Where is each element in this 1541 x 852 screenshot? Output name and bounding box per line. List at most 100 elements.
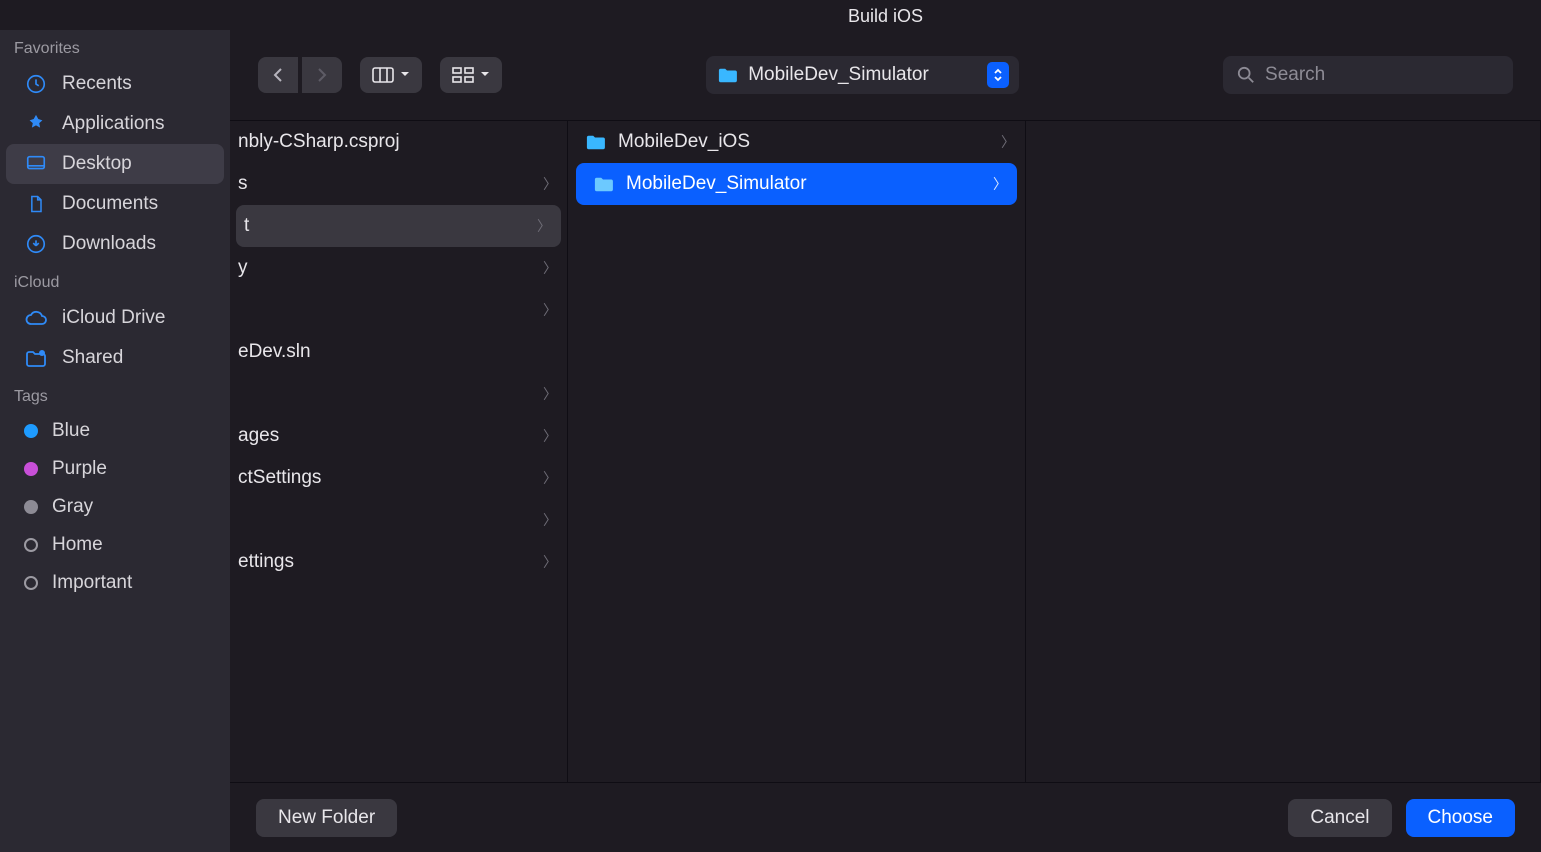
list-item[interactable]: 〉 [230,499,567,541]
up-down-icon [987,62,1009,88]
group-button[interactable] [440,57,502,93]
sidebar-item-label: iCloud Drive [62,307,165,329]
toolbar: MobileDev_Simulator [230,30,1541,120]
folder-icon [716,66,738,84]
sidebar-item-label: Applications [62,113,164,135]
file-label: ettings [238,551,543,573]
sidebar-item-recents[interactable]: Recents [6,64,224,104]
back-button[interactable] [258,57,298,93]
column-browser: nbly-CSharp.csproj s〉 t〉 y〉 〉 eDev.sln 〉… [230,120,1541,782]
sidebar-item-icloud-drive[interactable]: iCloud Drive [6,298,224,338]
tag-dot-icon [24,424,38,438]
list-item[interactable]: 〉 [230,289,567,331]
folder-icon [592,175,614,193]
chevron-right-icon: 〉 [543,300,557,320]
column-3[interactable] [1026,121,1541,782]
list-item[interactable]: MobileDev_Simulator 〉 [576,163,1017,205]
tag-dot-icon [24,500,38,514]
sidebar-item-documents[interactable]: Documents [6,184,224,224]
list-item[interactable]: nbly-CSharp.csproj [230,121,567,163]
file-label: y [238,257,543,279]
view-columns-button[interactable] [360,57,422,93]
search-input[interactable] [1265,64,1499,86]
shared-folder-icon [24,346,48,370]
sidebar-section-favorites: Favorites [0,30,230,64]
path-label: MobileDev_Simulator [748,64,929,86]
cancel-button[interactable]: Cancel [1288,799,1391,837]
list-item[interactable]: t〉 [236,205,561,247]
list-item[interactable]: MobileDev_iOS 〉 [568,121,1025,163]
file-label: t [244,215,537,237]
list-item[interactable]: s〉 [230,163,567,205]
sidebar: Favorites Recents Applications Desktop [0,30,230,852]
file-label: s [238,173,543,195]
sidebar-tag-home[interactable]: Home [6,526,224,564]
downloads-icon [24,232,48,256]
chevron-right-icon: 〉 [543,174,557,194]
list-item[interactable]: ettings〉 [230,541,567,583]
file-label: nbly-CSharp.csproj [238,131,557,153]
search-icon [1237,66,1255,84]
choose-button[interactable]: Choose [1406,799,1516,837]
sidebar-item-label: Recents [62,73,132,95]
tag-dot-icon [24,462,38,476]
sidebar-tag-purple[interactable]: Purple [6,450,224,488]
file-label: ctSettings [238,467,543,489]
sidebar-item-desktop[interactable]: Desktop [6,144,224,184]
chevron-right-icon: 〉 [543,258,557,278]
chevron-right-icon: 〉 [1001,132,1015,152]
sidebar-item-label: Gray [52,496,93,518]
file-label: MobileDev_Simulator [626,173,993,195]
new-folder-button[interactable]: New Folder [256,799,397,837]
sidebar-tag-gray[interactable]: Gray [6,488,224,526]
file-label: MobileDev_iOS [618,131,1001,153]
chevron-right-icon: 〉 [537,216,551,236]
window-title: Build iOS [0,0,1541,30]
chevron-down-icon [480,71,490,79]
list-item[interactable]: ages〉 [230,415,567,457]
apps-icon [24,112,48,136]
nav-back-forward [258,57,342,93]
sidebar-section-icloud: iCloud [0,264,230,298]
desktop-icon [24,152,48,176]
sidebar-tag-blue[interactable]: Blue [6,412,224,450]
main-content: MobileDev_Simulator nbly-CSharp.csproj [230,30,1541,852]
clock-icon [24,72,48,96]
chevron-right-icon: 〉 [543,426,557,446]
chevron-down-icon [400,71,410,79]
cloud-icon [24,306,48,330]
file-label: eDev.sln [238,341,557,363]
list-item[interactable]: 〉 [230,373,567,415]
list-item[interactable]: y〉 [230,247,567,289]
column-1[interactable]: nbly-CSharp.csproj s〉 t〉 y〉 〉 eDev.sln 〉… [230,121,568,782]
footer: New Folder Cancel Choose [230,782,1541,852]
forward-button[interactable] [302,57,342,93]
path-popup-button[interactable]: MobileDev_Simulator [706,56,1019,94]
chevron-right-icon: 〉 [543,510,557,530]
document-icon [24,192,48,216]
sidebar-item-label: Downloads [62,233,156,255]
chevron-right-icon: 〉 [543,552,557,572]
sidebar-item-label: Important [52,572,132,594]
file-label: ages [238,425,543,447]
sidebar-section-tags: Tags [0,378,230,412]
sidebar-item-applications[interactable]: Applications [6,104,224,144]
tag-outline-icon [24,538,38,552]
chevron-right-icon: 〉 [543,468,557,488]
column-2[interactable]: MobileDev_iOS 〉 MobileDev_Simulator 〉 [568,121,1026,782]
sidebar-item-label: Shared [62,347,123,369]
sidebar-tag-important[interactable]: Important [6,564,224,602]
list-item[interactable]: ctSettings〉 [230,457,567,499]
sidebar-item-label: Purple [52,458,107,480]
sidebar-item-shared[interactable]: Shared [6,338,224,378]
chevron-right-icon: 〉 [993,174,1007,194]
sidebar-item-label: Home [52,534,103,556]
sidebar-item-label: Documents [62,193,158,215]
list-item[interactable]: eDev.sln [230,331,567,373]
search-field[interactable] [1223,56,1513,94]
chevron-right-icon: 〉 [543,384,557,404]
tag-outline-icon [24,576,38,590]
sidebar-item-downloads[interactable]: Downloads [6,224,224,264]
sidebar-item-label: Desktop [62,153,132,175]
folder-icon [584,133,606,151]
